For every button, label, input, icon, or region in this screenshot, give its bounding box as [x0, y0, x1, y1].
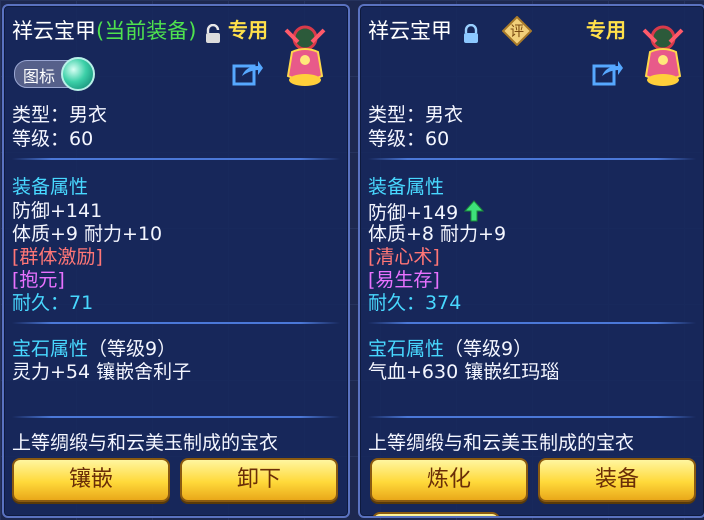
item-title: 祥云宝甲(当前装备) — [12, 19, 197, 43]
item-level: 等级：60 — [368, 128, 450, 150]
defense-value: 防御+149 — [368, 202, 459, 224]
durability-value: 71 — [69, 292, 94, 314]
equip-button[interactable]: 装备 — [538, 458, 696, 502]
skill-2: [抱元] — [12, 269, 65, 291]
item-description: 上等绸缎与和云美玉制成的宝衣 — [12, 432, 279, 454]
rate-icon[interactable]: 评 — [501, 15, 533, 47]
gem-header-label: 宝石属性 — [12, 338, 89, 360]
special-use-label: 专用 — [228, 18, 268, 42]
item-type: 类型：男衣 — [12, 104, 108, 126]
inlay-button[interactable]: 镶嵌 — [12, 458, 170, 502]
attr-header: 装备属性 — [368, 176, 445, 198]
item-tooltip-current: 祥云宝甲(当前装备) 专用 图标 类型：男衣 等级：60 装备属性 防御+141… — [2, 4, 350, 518]
arrow-up-icon — [464, 200, 485, 222]
gem-stats: 气血+630 镶嵌红玛瑙 — [368, 361, 560, 383]
gem-header: 宝石属性（等级9） — [368, 338, 532, 360]
equipped-tag: (当前装备) — [96, 19, 197, 43]
gem-stats: 灵力+54 镶嵌舍利子 — [12, 361, 192, 383]
share-icon[interactable] — [592, 58, 624, 86]
attr-stats: 体质+9 耐力+10 — [12, 223, 163, 245]
armor-figure-icon — [634, 18, 692, 88]
item-title: 祥云宝甲 — [368, 19, 452, 43]
divider — [368, 416, 696, 418]
skill-1: [群体激励] — [12, 246, 103, 268]
gem-level: （等级9） — [88, 338, 177, 360]
defense-stat: 防御+141 — [12, 200, 103, 222]
defense-stat: 防御+149 — [368, 200, 485, 224]
divider — [12, 158, 340, 160]
durability: 耐久：71 — [12, 292, 93, 314]
attr-header: 装备属性 — [12, 176, 89, 198]
durability: 耐久：374 — [368, 292, 461, 314]
item-tooltip-compare: 祥云宝甲 评 专用 类型：男衣 等级：60 装备属性 防御+149 体质+8 耐… — [358, 4, 704, 518]
item-description: 上等绸缎与和云美玉制成的宝衣 — [368, 432, 635, 454]
durability-value: 374 — [425, 292, 462, 314]
refine-button[interactable]: 炼化 — [370, 458, 528, 502]
skill-1: [清心术] — [368, 246, 440, 268]
share-icon[interactable] — [232, 58, 264, 86]
icon-toggle[interactable]: 图标 — [14, 57, 95, 91]
gem-header-label: 宝石属性 — [368, 338, 445, 360]
divider — [368, 158, 696, 160]
gem-level: （等级9） — [444, 338, 533, 360]
divider — [368, 322, 696, 324]
attr-stats: 体质+8 耐力+9 — [368, 223, 507, 245]
durability-label: 耐久： — [12, 292, 70, 314]
special-use-label: 专用 — [586, 18, 626, 42]
item-type: 类型：男衣 — [368, 104, 464, 126]
icon-toggle-label: 图标 — [23, 67, 56, 86]
lock-open-icon[interactable] — [204, 23, 222, 48]
skill-2: [易生存] — [368, 269, 440, 291]
armor-figure-icon — [276, 18, 334, 88]
divider — [12, 416, 340, 418]
gem-header: 宝石属性（等级9） — [12, 338, 176, 360]
more-button[interactable] — [372, 512, 500, 516]
divider — [12, 322, 340, 324]
item-level: 等级：60 — [12, 128, 94, 150]
durability-label: 耐久： — [368, 292, 426, 314]
orb-icon — [61, 57, 95, 91]
unequip-button[interactable]: 卸下 — [180, 458, 338, 502]
lock-icon[interactable] — [462, 23, 480, 48]
rate-icon-label: 评 — [510, 24, 524, 40]
